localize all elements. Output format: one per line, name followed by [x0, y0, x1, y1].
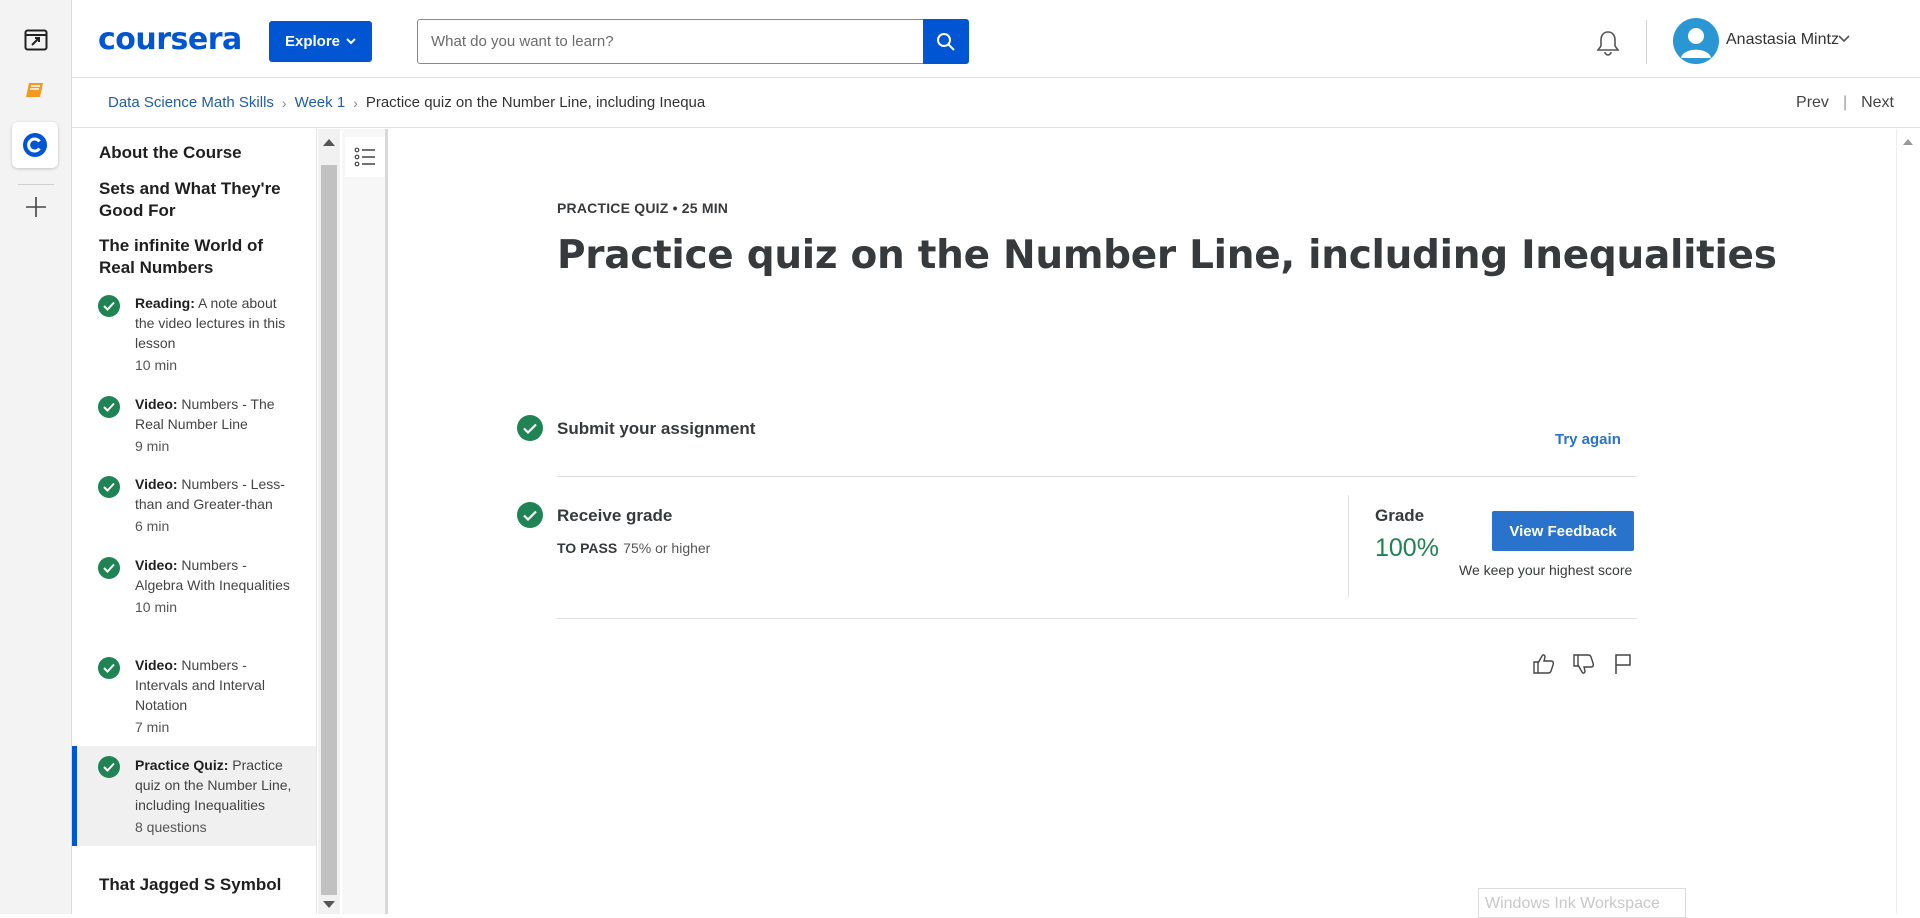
- coursera-c-icon[interactable]: [12, 122, 58, 168]
- explore-button[interactable]: Explore: [269, 21, 372, 62]
- toggle-outline-button[interactable]: [345, 137, 385, 177]
- chevron-down-icon[interactable]: [1838, 35, 1850, 43]
- scrollbar-thumb[interactable]: [321, 165, 337, 895]
- chevron-right-icon: ›: [281, 94, 287, 111]
- item-duration: 10 min: [135, 357, 178, 373]
- explore-label: Explore: [284, 33, 341, 50]
- completed-check-icon: [98, 657, 120, 679]
- coursera-logo[interactable]: coursera: [98, 22, 242, 57]
- nav-divider: |: [1842, 94, 1848, 111]
- highest-score-note: We keep your highest score: [1459, 562, 1633, 578]
- outline-item[interactable]: Video: Numbers - Intervals and Interval …: [72, 655, 316, 737]
- item-duration: 10 min: [135, 599, 178, 615]
- divider: [557, 618, 1637, 619]
- thumbs-down-icon[interactable]: [1571, 651, 1597, 677]
- item-type: Video:: [135, 396, 178, 412]
- plus-icon[interactable]: [20, 191, 52, 223]
- grade-divider: [1348, 495, 1349, 597]
- item-type: Video:: [135, 657, 178, 673]
- scroll-up-arrow-icon[interactable]: [323, 139, 335, 146]
- to-pass-label: TO PASS: [557, 540, 618, 556]
- breadcrumb-week-link[interactable]: Week 1: [295, 94, 346, 111]
- grade-label: Grade: [1375, 506, 1425, 525]
- chevron-right-icon: ›: [353, 94, 358, 111]
- completed-check-icon: [98, 295, 120, 317]
- item-duration: 9 min: [135, 438, 170, 454]
- app-window-icon[interactable]: [20, 24, 52, 56]
- prev-link[interactable]: Prev: [1796, 94, 1829, 112]
- completed-check-icon: [98, 476, 120, 498]
- item-type: Video:: [135, 557, 178, 573]
- rail-divider: [18, 184, 54, 185]
- submit-assignment-title: Submit your assignment: [557, 419, 756, 438]
- main-scrollbar[interactable]: [1896, 129, 1920, 914]
- scroll-up-arrow-icon[interactable]: [1903, 139, 1913, 145]
- try-again-link[interactable]: Try again: [1555, 431, 1621, 448]
- completed-check-icon: [517, 502, 543, 528]
- outline-section[interactable]: That Jagged S Symbol: [99, 874, 299, 896]
- outline-item[interactable]: Reading: A note about the video lectures…: [72, 293, 316, 375]
- outline-section[interactable]: Sets and What They're Good For: [99, 178, 299, 222]
- list-icon: [354, 147, 375, 167]
- item-duration: 8 questions: [135, 819, 207, 835]
- next-link[interactable]: Next: [1861, 94, 1894, 112]
- scroll-down-arrow-icon[interactable]: [323, 901, 335, 908]
- prev-next-nav: Prev | Next: [1796, 94, 1894, 112]
- flag-icon[interactable]: [1610, 651, 1636, 677]
- breadcrumb-current: Practice quiz on the Number Line, includ…: [365, 94, 706, 111]
- app-rail: [0, 0, 72, 914]
- item-type: Reading:: [135, 295, 195, 311]
- view-feedback-button[interactable]: View Feedback: [1492, 511, 1634, 551]
- completed-check-icon: [517, 415, 543, 441]
- breadcrumb: Data Science Math Skills › Week 1 › Prac…: [108, 94, 706, 111]
- outline-section[interactable]: About the Course: [99, 142, 299, 164]
- outline-section[interactable]: The infinite World of Real Numbers: [99, 235, 299, 279]
- grade-value: 100%: [1375, 534, 1439, 562]
- search-button[interactable]: [923, 19, 969, 64]
- outline-scrollbar[interactable]: [318, 129, 340, 914]
- thumbs-up-icon[interactable]: [1531, 651, 1557, 677]
- completed-check-icon: [98, 756, 120, 778]
- outline-item[interactable]: Video: Numbers - The Real Number Line 9 m…: [72, 394, 316, 456]
- main-content: PRACTICE QUIZ • 25 MIN Practice quiz on …: [391, 129, 1896, 914]
- breadcrumb-course-link[interactable]: Data Science Math Skills: [108, 94, 274, 111]
- search-icon: [937, 32, 955, 51]
- page-title: Practice quiz on the Number Line, includ…: [557, 233, 1777, 278]
- item-kicker: PRACTICE QUIZ • 25 MIN: [557, 200, 729, 216]
- chevron-down-icon: [346, 38, 356, 45]
- item-duration: 6 min: [135, 518, 170, 534]
- top-header: coursera Explore What do you want to lea…: [72, 0, 1920, 78]
- outline-toggle-column: [342, 129, 388, 914]
- search-input[interactable]: What do you want to learn?: [417, 19, 925, 64]
- notifications-bell-icon[interactable]: [1592, 27, 1624, 59]
- outline-item[interactable]: Video: Numbers - Less-than and Greater-t…: [72, 474, 316, 536]
- item-type: Practice Quiz:: [135, 757, 229, 773]
- breadcrumb-bar: Data Science Math Skills › Week 1 › Prac…: [72, 78, 1920, 128]
- header-divider: [1646, 20, 1647, 64]
- item-type: Video:: [135, 476, 178, 492]
- outline-item-selected[interactable]: Practice Quiz: Practice quiz on the Numb…: [72, 746, 316, 846]
- to-pass-text: TO PASS 75% or higher: [557, 540, 710, 556]
- divider: [557, 476, 1637, 477]
- course-outline: About the Course Sets and What They're G…: [72, 129, 317, 914]
- user-name[interactable]: Anastasia Mintz: [1726, 31, 1839, 49]
- item-duration: 7 min: [135, 719, 170, 735]
- search-placeholder: What do you want to learn?: [431, 33, 614, 50]
- to-pass-value: 75% or higher: [623, 540, 711, 556]
- completed-check-icon: [98, 557, 120, 579]
- book-icon[interactable]: [20, 74, 52, 106]
- avatar[interactable]: [1673, 18, 1719, 64]
- receive-grade-title: Receive grade: [557, 506, 673, 525]
- outline-item[interactable]: Video: Numbers - Algebra With Inequaliti…: [72, 555, 316, 637]
- completed-check-icon: [98, 396, 120, 418]
